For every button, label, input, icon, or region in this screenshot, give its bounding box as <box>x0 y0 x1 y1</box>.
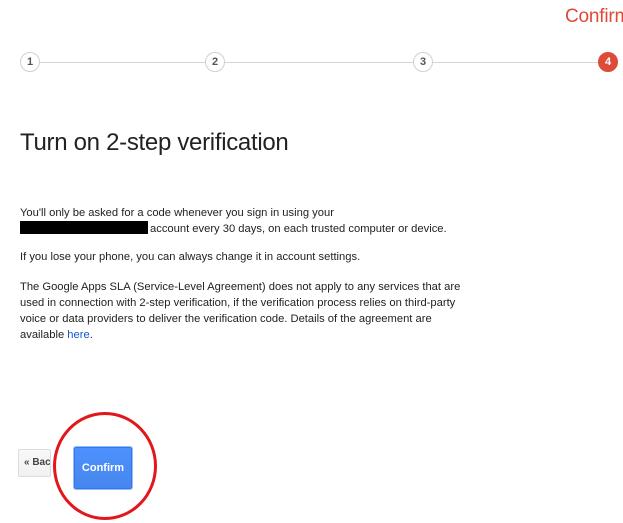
sla-period: . <box>89 329 93 341</box>
step-1: 1 <box>20 52 40 72</box>
verification-details: You'll only be asked for a code whenever… <box>20 205 475 343</box>
page-title: Turn on 2-step verification <box>20 129 289 156</box>
trusted-device-text-part-2: account every 30 days, on each trusted c… <box>150 223 447 235</box>
confirm-button[interactable]: Confirm <box>74 447 132 489</box>
progress-line <box>30 62 612 63</box>
sla-text: The Google Apps SLA (Service-Level Agree… <box>20 279 475 343</box>
step-3: 3 <box>413 52 433 72</box>
phone-change-text: If you lose your phone, you can always c… <box>20 251 361 263</box>
redacted-account-name <box>20 221 148 234</box>
back-button[interactable]: « Back <box>18 449 51 477</box>
trusted-device-text: You'll only be asked for a code whenever… <box>20 205 475 237</box>
step-title: Confirm <box>565 6 623 27</box>
sla-here-link[interactable]: here <box>67 329 89 341</box>
step-4-active: 4 <box>598 52 618 72</box>
step-2: 2 <box>205 52 225 72</box>
trusted-device-text-part-1: You'll only be asked for a code whenever… <box>20 207 334 219</box>
